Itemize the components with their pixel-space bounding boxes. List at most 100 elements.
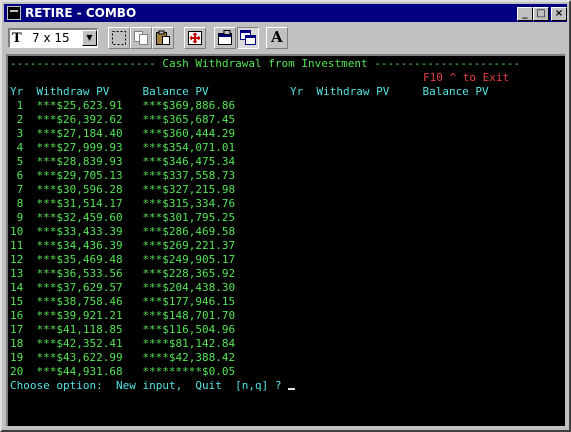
row-balance-pv: ***$249,905.17 xyxy=(142,253,236,266)
table-row: 11 ***$34,436.39 ***$269,221.37 xyxy=(10,239,235,253)
row-withdraw-pv: ***$35,469.48 xyxy=(36,253,123,266)
row-year: 9 xyxy=(16,211,24,224)
row-balance-pv: ***$269,221.37 xyxy=(142,239,236,252)
row-balance-pv: ****$81,142.84 xyxy=(142,337,236,350)
prompt-text: Choose option: New input, Quit [n,q] ? xyxy=(10,379,289,392)
console-output[interactable]: ---------------------- Cash Withdrawal f… xyxy=(6,54,565,426)
font-icon: A xyxy=(271,28,283,46)
table-row: 10 ***$33,433.39 ***$286,469.58 xyxy=(10,225,235,239)
row-withdraw-pv: ***$36,533.56 xyxy=(36,267,123,280)
paste-button[interactable] xyxy=(152,27,174,49)
text-cursor xyxy=(288,388,296,390)
row-year: 12 xyxy=(10,253,24,266)
console-window: RETIRE - COMBO _ □ × T 7 x 15 ▼ A ------… xyxy=(0,0,571,432)
row-withdraw-pv: ***$39,921.21 xyxy=(36,309,123,322)
row-year: 4 xyxy=(16,141,24,154)
table-row: 20 ***$44,931.68 *********$0.05 xyxy=(10,365,235,379)
row-year: 13 xyxy=(10,267,24,280)
row-year: 10 xyxy=(10,225,24,238)
properties-button[interactable] xyxy=(214,27,236,49)
table-header-right: Yr Withdraw PV Balance PV xyxy=(290,85,489,98)
row-withdraw-pv: ***$37,629.57 xyxy=(36,281,123,294)
table-row: 6 ***$29,705.13 ***$337,558.73 xyxy=(10,169,236,183)
maximize-button[interactable]: □ xyxy=(533,7,549,21)
title-bar[interactable]: RETIRE - COMBO _ □ × xyxy=(4,4,567,22)
row-withdraw-pv: ***$33,433.39 xyxy=(36,225,123,238)
close-button[interactable]: × xyxy=(551,7,567,21)
table-row: 15 ***$38,758.46 ***$177,946.15 xyxy=(10,295,235,309)
row-year: 7 xyxy=(16,183,24,196)
paste-icon xyxy=(156,30,170,45)
mark-button[interactable] xyxy=(108,27,130,49)
table-row: 5 ***$28,839.93 ***$346,475.34 xyxy=(10,155,236,169)
msdos-app-icon[interactable] xyxy=(7,6,21,20)
row-balance-pv: ***$177,946.15 xyxy=(142,295,236,308)
row-year: 6 xyxy=(16,169,24,182)
row-withdraw-pv: ***$29,705.13 xyxy=(36,169,123,182)
table-row: 4 ***$27,999.93 ***$354,071.01 xyxy=(10,141,236,155)
row-year: 14 xyxy=(10,281,24,294)
row-year: 15 xyxy=(10,295,24,308)
table-row: 3 ***$27,184.40 ***$360,444.29 xyxy=(10,127,236,141)
table-row: 2 ***$26,392.62 ***$365,687.45 xyxy=(10,113,236,127)
row-year: 11 xyxy=(10,239,24,252)
font-size-select[interactable]: T 7 x 15 ▼ xyxy=(8,28,98,48)
row-year: 2 xyxy=(16,113,24,126)
row-withdraw-pv: ***$44,931.68 xyxy=(36,365,123,378)
table-row: 16 ***$39,921.21 ***$148,701.70 xyxy=(10,309,235,323)
row-year: 8 xyxy=(16,197,24,210)
row-withdraw-pv: ***$25,623.91 xyxy=(36,99,123,112)
minimize-button[interactable]: _ xyxy=(517,7,533,21)
background-button[interactable] xyxy=(237,27,259,49)
row-withdraw-pv: ***$43,622.99 xyxy=(36,351,123,364)
prompt-line[interactable]: Choose option: New input, Quit [n,q] ? xyxy=(10,379,296,393)
row-year: 17 xyxy=(10,323,24,336)
background-icon xyxy=(240,30,256,45)
table-row: 7 ***$30,596.28 ***$327,215.98 xyxy=(10,183,236,197)
row-balance-pv: ***$369,886.86 xyxy=(142,99,236,112)
table-row: 8 ***$31,514.17 ***$315,334.76 xyxy=(10,197,236,211)
row-withdraw-pv: ***$42,352.41 xyxy=(36,337,123,350)
table-row: 19 ***$43,622.99 ****$42,388.42 xyxy=(10,351,235,365)
row-year: 5 xyxy=(16,155,24,168)
mark-icon xyxy=(112,31,126,45)
table-row: 18 ***$42,352.41 ****$81,142.84 xyxy=(10,337,235,351)
window-title: RETIRE - COMBO xyxy=(25,6,137,20)
row-year: 19 xyxy=(10,351,24,364)
banner-line: ---------------------- Cash Withdrawal f… xyxy=(10,57,520,70)
copy-button[interactable] xyxy=(130,27,152,49)
row-year: 1 xyxy=(16,99,24,112)
row-balance-pv: ***$148,701.70 xyxy=(142,309,236,322)
row-withdraw-pv: ***$31,514.17 xyxy=(36,197,123,210)
row-withdraw-pv: ***$26,392.62 xyxy=(36,113,123,126)
row-balance-pv: ***$327,215.98 xyxy=(142,183,236,196)
table-row: 9 ***$32,459.60 ***$301,795.25 xyxy=(10,211,236,225)
properties-icon xyxy=(218,30,232,45)
chevron-down-icon[interactable]: ▼ xyxy=(82,30,97,46)
row-balance-pv: ***$365,687.45 xyxy=(142,113,236,126)
row-withdraw-pv: ***$28,839.93 xyxy=(36,155,123,168)
row-balance-pv: ***$337,558.73 xyxy=(142,169,236,182)
row-withdraw-pv: ***$30,596.28 xyxy=(36,183,123,196)
font-size-value: 7 x 15 xyxy=(32,31,70,45)
row-balance-pv: ***$116,504.96 xyxy=(142,323,236,336)
row-withdraw-pv: ***$34,436.39 xyxy=(36,239,123,252)
row-balance-pv: ***$228,365.92 xyxy=(142,267,236,280)
row-balance-pv: ***$315,334.76 xyxy=(142,197,236,210)
truetype-icon: T xyxy=(12,31,22,46)
row-withdraw-pv: ***$27,999.93 xyxy=(36,141,123,154)
exit-hint: F10 ^ to Exit xyxy=(423,71,510,84)
table-row: 17 ***$41,118.85 ***$116,504.96 xyxy=(10,323,235,337)
toolbar: T 7 x 15 ▼ A xyxy=(4,24,567,52)
table-row: 13 ***$36,533.56 ***$228,365.92 xyxy=(10,267,235,281)
table-row: 14 ***$37,629.57 ***$204,438.30 xyxy=(10,281,235,295)
table-header-left: Yr Withdraw PV Balance PV xyxy=(10,85,209,98)
row-withdraw-pv: ***$41,118.85 xyxy=(36,323,123,336)
row-year: 20 xyxy=(10,365,24,378)
table-row: 1 ***$25,623.91 ***$369,886.86 xyxy=(10,99,236,113)
row-balance-pv: ***$360,444.29 xyxy=(142,127,236,140)
table-row: 12 ***$35,469.48 ***$249,905.17 xyxy=(10,253,235,267)
row-withdraw-pv: ***$38,758.46 xyxy=(36,295,123,308)
fullscreen-button[interactable] xyxy=(184,27,206,49)
font-button[interactable]: A xyxy=(266,27,288,49)
